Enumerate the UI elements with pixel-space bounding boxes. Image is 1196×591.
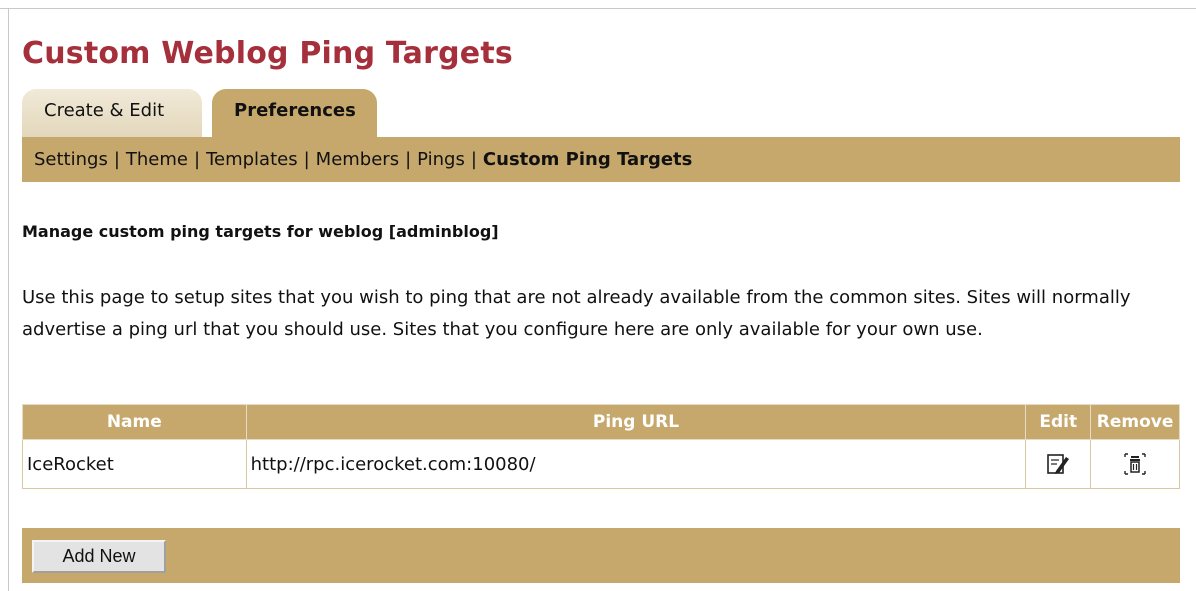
page-description: Use this page to setup sites that you wi… [22,287,1131,340]
preferences-subnav: Settings | Theme | Templates | Members | Pings | C… [22,137,1180,182]
subnav-theme[interactable]: Theme [126,149,188,170]
window-left-border [8,8,9,591]
cell-ping-url: http://rpc.icerocket.com:10080/ [245,439,1027,489]
subnav-settings[interactable]: Settings [34,149,108,170]
subnav-templates[interactable]: Templates [206,149,298,170]
column-header-edit: Edit [1025,404,1092,440]
edit-icon[interactable] [1045,451,1071,477]
subnav-separator: | [113,149,120,170]
subnav-separator: | [303,149,310,170]
cell-edit [1025,439,1092,489]
tab-bar: Create & Edit Preferences [22,89,382,137]
column-header-remove: Remove [1090,404,1180,440]
section-heading: Manage custom ping targets for weblog [a… [22,222,499,241]
actions-bar: Add New [22,528,1180,583]
subnav-pings[interactable]: Pings [417,149,465,170]
column-header-name: Name [22,404,247,440]
subnav-separator: | [405,149,412,170]
subnav-custom-ping-targets: Custom Ping Targets [482,149,693,170]
tab-preferences[interactable]: Preferences [212,89,377,137]
subnav-separator: | [470,149,477,170]
table-row: IceRocket http://rpc.icerocket.com:10080… [22,439,1180,489]
table-header-row: Name Ping URL Edit Remove [22,404,1180,440]
column-header-ping-url: Ping URL [245,404,1027,440]
tab-create-edit[interactable]: Create & Edit [22,89,202,137]
cell-name: IceRocket [22,439,247,489]
trash-icon[interactable] [1122,451,1148,477]
ping-targets-table: Name Ping URL Edit Remove IceRocket http… [22,404,1180,489]
subnav-members[interactable]: Members [316,149,399,170]
subnav-separator: | [194,149,201,170]
window-top-border [0,0,1196,9]
cell-remove [1090,439,1180,489]
page-title: Custom Weblog Ping Targets [22,36,513,71]
add-new-button[interactable]: Add New [32,540,166,573]
